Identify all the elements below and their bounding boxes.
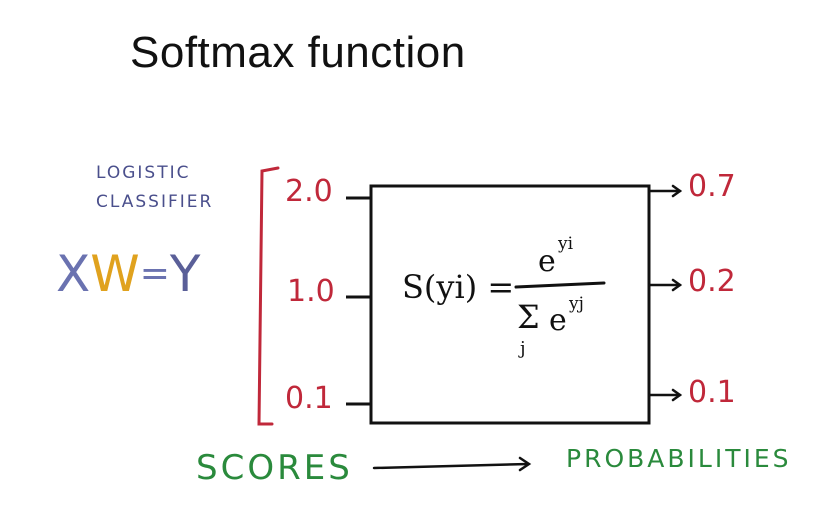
denominator-e: e — [549, 303, 567, 338]
numerator-e: e — [538, 244, 556, 279]
sum-index: j — [520, 338, 526, 359]
denominator-exponent: yj — [569, 294, 584, 314]
fraction-bar — [514, 281, 606, 289]
probability-1: 0.7 — [688, 169, 736, 204]
output-arrow-1 — [647, 184, 683, 198]
score-1: 2.0 — [285, 174, 333, 209]
output-arrow-2 — [647, 278, 683, 292]
softmax-lhs: S(yi) = — [402, 268, 515, 306]
scores-to-probabilities-arrow — [372, 456, 532, 472]
score-2: 1.0 — [287, 274, 335, 309]
probability-3: 0.1 — [688, 375, 736, 410]
sum-symbol: Σ — [517, 298, 540, 336]
output-arrow-3 — [647, 388, 683, 402]
scores-bracket — [257, 166, 280, 426]
probability-2: 0.2 — [688, 264, 736, 299]
score-3: 0.1 — [285, 381, 333, 416]
probabilities-label: PROBABILITIES — [566, 444, 792, 473]
scores-label: SCORES — [196, 448, 353, 488]
numerator-exponent: yi — [558, 234, 574, 254]
